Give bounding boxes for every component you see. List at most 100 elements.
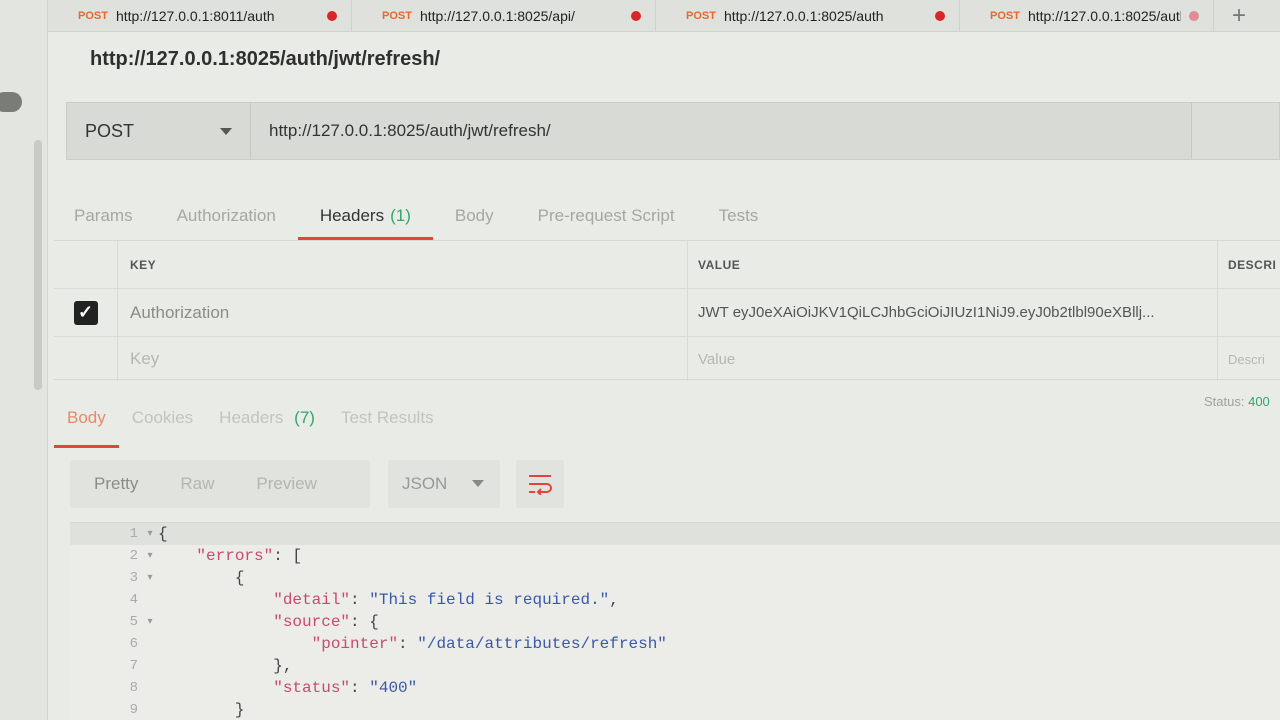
tab-body[interactable]: Body [433, 196, 516, 240]
page-title: http://127.0.0.1:8025/auth/jwt/refresh/ [90, 48, 441, 70]
new-description-input[interactable]: Descri [1228, 352, 1265, 367]
method-select[interactable]: POST [67, 103, 251, 159]
header-value-field[interactable]: JWT eyJ0eXAiOiJKV1QiLCJhbGciOiJIUzI1NiJ9… [698, 304, 1155, 321]
headers-table: KEY VALUE DESCRI ✓ Authorization JWT eyJ… [54, 240, 1280, 381]
table-row-new: Key Value Descri [54, 337, 1280, 381]
unsaved-dot-icon [1189, 10, 1199, 21]
sidebar-toggle[interactable] [0, 92, 22, 112]
table-row: ✓ Authorization JWT eyJ0eXAiOiJKV1QiLCJh… [54, 289, 1280, 337]
fold-arrow-icon[interactable]: ▾ [142, 550, 158, 562]
tab-method: POST [382, 9, 412, 22]
chevron-down-icon [220, 128, 232, 135]
header-description-field[interactable] [1218, 289, 1280, 336]
tab-test-results[interactable]: Test Results [328, 404, 447, 448]
format-type-select[interactable]: JSON [388, 460, 500, 508]
line-number: 5 [129, 614, 138, 630]
send-button[interactable] [1191, 103, 1279, 159]
line-number: 8 [129, 680, 138, 696]
request-tabs: Params Authorization Headers (1) Body Pr… [66, 196, 780, 240]
code-line: 5 ▾ "source": { [70, 611, 1280, 633]
url-input[interactable] [251, 103, 1191, 159]
tab-headers-label: Headers [319, 206, 385, 225]
tab-url: http://127.0.0.1:8025/api/ [419, 7, 575, 24]
tab-response-headers-label: Headers [219, 408, 284, 427]
format-toolbar: Pretty Raw Preview JSON [70, 460, 564, 508]
unsaved-dot-icon [935, 10, 945, 21]
code-text: "status": "400" [273, 679, 418, 697]
chevron-down-icon [472, 480, 484, 487]
status-code: 400 [1248, 394, 1270, 409]
tab-url: http://127.0.0.1:8025/auth [723, 7, 884, 24]
pretty-button[interactable]: Pretty [70, 474, 156, 494]
request-tab-bar: POST http://127.0.0.1:8011/auth POST htt… [48, 0, 1280, 32]
status-label: Status: [1204, 394, 1245, 409]
tab-response-headers[interactable]: Headers (7) [206, 404, 328, 448]
description-column-header: DESCRI [1228, 257, 1277, 272]
line-number: 4 [129, 592, 138, 608]
tab-method: POST [78, 9, 108, 22]
tab-authorization[interactable]: Authorization [155, 196, 298, 240]
tab-url: http://127.0.0.1:8025/auth [1027, 7, 1181, 24]
response-tabs: Body Cookies Headers (7) Test Results [54, 404, 447, 448]
method-label: POST [85, 120, 135, 141]
request-tab[interactable]: POST http://127.0.0.1:8025/auth [656, 0, 960, 32]
request-tab[interactable]: POST http://127.0.0.1:8025/auth [960, 0, 1214, 32]
header-key-field[interactable]: Authorization [130, 303, 229, 323]
tab-params[interactable]: Params [66, 196, 155, 240]
raw-button[interactable]: Raw [156, 474, 232, 494]
code-line: 1 ▾ { [70, 523, 1280, 545]
line-number: 7 [129, 658, 138, 674]
unsaved-dot-icon [327, 10, 337, 21]
add-tab-button[interactable]: + [1214, 2, 1264, 30]
code-text: } [158, 701, 245, 719]
view-mode-group: Pretty Raw Preview [70, 460, 370, 508]
code-text: { [158, 525, 168, 543]
tab-url: http://127.0.0.1:8011/auth [115, 7, 275, 24]
code-line: 8 "status": "400" [70, 677, 1280, 699]
key-column-header: KEY [130, 257, 157, 272]
request-tab[interactable]: POST http://127.0.0.1:8025/api/ [352, 0, 656, 32]
wrap-lines-button[interactable] [516, 460, 564, 508]
tab-headers[interactable]: Headers (1) [297, 196, 433, 240]
line-number: 3 [129, 570, 138, 586]
sidebar-scrollbar[interactable] [34, 140, 42, 390]
code-text: { [158, 569, 245, 587]
tab-method: POST [990, 9, 1020, 22]
headers-count-badge: (1) [390, 206, 411, 225]
response-headers-count-badge: (7) [294, 408, 315, 427]
code-line: 4 "detail": "This field is required.", [70, 589, 1280, 611]
code-line: 2 ▾ "errors": [ [70, 545, 1280, 567]
wrap-lines-icon [529, 475, 552, 495]
unsaved-dot-icon [631, 10, 641, 21]
response-body-viewer[interactable]: 1 ▾ { 2 ▾ "errors": [ 3 ▾ { 4 "detail": … [70, 522, 1280, 720]
code-text: "errors": [ [196, 547, 303, 565]
code-text: "source": { [273, 613, 379, 631]
tab-cookies[interactable]: Cookies [119, 404, 206, 448]
line-number: 1 [129, 526, 138, 542]
value-column-header: VALUE [698, 257, 741, 272]
new-key-input[interactable]: Key [130, 349, 159, 369]
fold-arrow-icon[interactable]: ▾ [142, 572, 158, 584]
request-bar: POST [66, 102, 1280, 160]
code-line: 9 } [70, 699, 1280, 720]
header-enabled-checkbox[interactable]: ✓ [73, 300, 98, 325]
check-column-header [54, 241, 118, 288]
tab-response-body[interactable]: Body [54, 404, 119, 448]
new-value-input[interactable]: Value [698, 351, 735, 368]
code-text: "detail": "This field is required.", [273, 591, 619, 609]
request-tab[interactable]: POST http://127.0.0.1:8011/auth [48, 0, 352, 32]
code-text: }, [158, 657, 293, 675]
fold-arrow-icon[interactable]: ▾ [142, 616, 158, 628]
code-line: 3 ▾ { [70, 567, 1280, 589]
format-type-label: JSON [402, 474, 448, 493]
table-header-row: KEY VALUE DESCRI [54, 241, 1280, 289]
code-line: 7 }, [70, 655, 1280, 677]
tab-method: POST [686, 9, 716, 22]
fold-arrow-icon[interactable]: ▾ [142, 528, 158, 540]
line-number: 2 [129, 548, 138, 564]
tab-pre-request-script[interactable]: Pre-request Script [516, 196, 697, 240]
preview-button[interactable]: Preview [232, 474, 334, 494]
tab-tests[interactable]: Tests [697, 196, 781, 240]
status-indicator: Status: 400 [1204, 394, 1270, 409]
code-text: "pointer": "/data/attributes/refresh" [311, 635, 667, 653]
